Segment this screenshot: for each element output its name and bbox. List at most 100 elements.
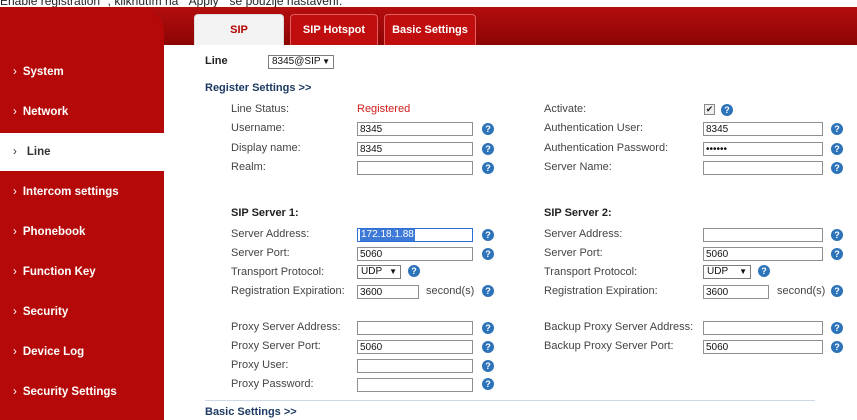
backup-proxy-port-label: Backup Proxy Server Port: (544, 340, 674, 352)
server1-expiration-unit: second(s) (426, 285, 475, 297)
proxy-port-label: Proxy Server Port: (231, 340, 321, 352)
server1-address-input[interactable]: 172.18.1.88 (357, 228, 473, 242)
tab-sip-hotspot[interactable]: SIP Hotspot (290, 14, 378, 45)
sidebar-item-line[interactable]: › Line (0, 133, 164, 171)
line-status-value: Registered (357, 103, 411, 115)
server-name-label: Server Name: (544, 161, 612, 173)
line-select[interactable]: 8345@SIP ▼ (268, 55, 334, 69)
sidebar-item-intercom[interactable]: › Intercom settings (0, 173, 164, 211)
server-name-input[interactable] (703, 161, 823, 175)
proxy-port-input[interactable] (357, 340, 473, 354)
help-icon[interactable]: ? (721, 104, 733, 116)
sidebar-item-network[interactable]: › Network (0, 93, 164, 131)
activate-checkbox[interactable]: ✔ (704, 104, 715, 115)
help-icon[interactable]: ? (482, 285, 494, 297)
sidebar-item-label: Security Settings (22, 386, 117, 398)
help-icon[interactable]: ? (831, 285, 843, 297)
sip-server-1-heading: SIP Server 1: (231, 207, 299, 219)
server1-address-label: Server Address: (231, 228, 310, 240)
dropdown-caret-icon: ▼ (739, 267, 747, 276)
sidebar-item-phonebook[interactable]: › Phonebook (0, 213, 164, 251)
auth-user-label: Authentication User: (544, 122, 644, 134)
proxy-user-label: Proxy User: (231, 359, 289, 371)
display-name-input[interactable] (357, 142, 473, 156)
username-input[interactable] (357, 122, 473, 136)
help-icon[interactable]: ? (482, 143, 494, 155)
main-content: Line 8345@SIP ▼ Register Settings >> Line… (164, 45, 857, 420)
register-settings-heading[interactable]: Register Settings >> (205, 82, 311, 94)
chevron-right-icon: › (13, 346, 17, 358)
sidebar-item-function-key[interactable]: › Function Key (0, 253, 164, 291)
server1-transport-select[interactable]: UDP ▼ (357, 265, 401, 279)
backup-proxy-address-label: Backup Proxy Server Address: (544, 321, 694, 333)
auth-password-input[interactable] (703, 142, 823, 156)
chevron-right-icon: › (13, 106, 17, 118)
proxy-password-label: Proxy Password: (231, 378, 314, 390)
backup-proxy-address-input[interactable] (703, 321, 823, 335)
line-select-value: 8345@SIP (272, 56, 321, 67)
line-label: Line (205, 55, 228, 67)
auth-password-label: Authentication Password: (544, 142, 669, 154)
server1-port-input[interactable] (357, 247, 473, 261)
activate-label: Activate: (544, 103, 587, 115)
chevron-right-icon: › (13, 66, 17, 78)
section-divider (205, 400, 815, 401)
help-icon[interactable]: ? (408, 265, 420, 277)
help-icon[interactable]: ? (831, 322, 843, 334)
basic-settings-heading[interactable]: Basic Settings >> (205, 406, 297, 418)
help-icon[interactable]: ? (482, 248, 494, 260)
realm-input[interactable] (357, 161, 473, 175)
sidebar-item-security-settings[interactable]: › Security Settings (0, 373, 164, 411)
sidebar-item-label: Security (22, 306, 69, 318)
help-icon[interactable]: ? (831, 341, 843, 353)
server1-expiration-label: Registration Expiration: (231, 285, 345, 297)
tab-bar: SIP SIP Hotspot Basic Settings (194, 14, 476, 45)
proxy-address-input[interactable] (357, 321, 473, 335)
sidebar-item-label: Line (26, 146, 51, 158)
proxy-address-label: Proxy Server Address: (231, 321, 341, 333)
help-icon[interactable]: ? (831, 162, 843, 174)
help-icon[interactable]: ? (482, 162, 494, 174)
username-label: Username: (231, 122, 285, 134)
server2-port-input[interactable] (703, 247, 823, 261)
help-icon[interactable]: ? (482, 341, 494, 353)
chevron-right-icon: › (13, 266, 17, 278)
backup-proxy-port-input[interactable] (703, 340, 823, 354)
sidebar-item-device-log[interactable]: › Device Log (0, 333, 164, 371)
tab-sip[interactable]: SIP (194, 14, 284, 45)
sidebar-item-label: Network (22, 106, 69, 118)
help-icon[interactable]: ? (831, 123, 843, 135)
sidebar-item-label: Intercom settings (22, 186, 119, 198)
dropdown-caret-icon: ▼ (322, 57, 330, 66)
sidebar-item-label: Function Key (22, 266, 96, 278)
proxy-password-input[interactable] (357, 378, 473, 392)
server2-address-label: Server Address: (544, 228, 623, 240)
realm-label: Realm: (231, 161, 266, 173)
sidebar-item-system[interactable]: › System (0, 53, 164, 91)
line-status-label: Line Status: (231, 103, 290, 115)
auth-user-input[interactable] (703, 122, 823, 136)
proxy-user-input[interactable] (357, 359, 473, 373)
help-icon[interactable]: ? (758, 265, 770, 277)
sidebar-item-security[interactable]: › Security (0, 293, 164, 331)
help-icon[interactable]: ? (831, 248, 843, 260)
server2-expiration-label: Registration Expiration: (544, 285, 658, 297)
help-icon[interactable]: ? (482, 378, 494, 390)
server2-expiration-unit: second(s) (777, 285, 826, 297)
help-icon[interactable]: ? (482, 322, 494, 334)
server2-address-input[interactable] (703, 228, 823, 242)
server2-transport-label: Transport Protocol: (544, 266, 638, 278)
help-icon[interactable]: ? (831, 229, 843, 241)
server2-expiration-input[interactable] (703, 285, 769, 299)
server2-transport-select[interactable]: UDP ▼ (703, 265, 751, 279)
help-icon[interactable]: ? (482, 229, 494, 241)
display-name-label: Display name: (231, 142, 301, 154)
server2-transport-value: UDP (707, 266, 729, 277)
help-icon[interactable]: ? (482, 123, 494, 135)
help-icon[interactable]: ? (482, 360, 494, 372)
help-icon[interactable]: ? (831, 143, 843, 155)
tab-basic-settings[interactable]: Basic Settings (384, 14, 476, 45)
chevron-right-icon: › (13, 226, 17, 238)
server1-expiration-input[interactable] (357, 285, 419, 299)
sidebar-item-label: System (22, 66, 64, 78)
